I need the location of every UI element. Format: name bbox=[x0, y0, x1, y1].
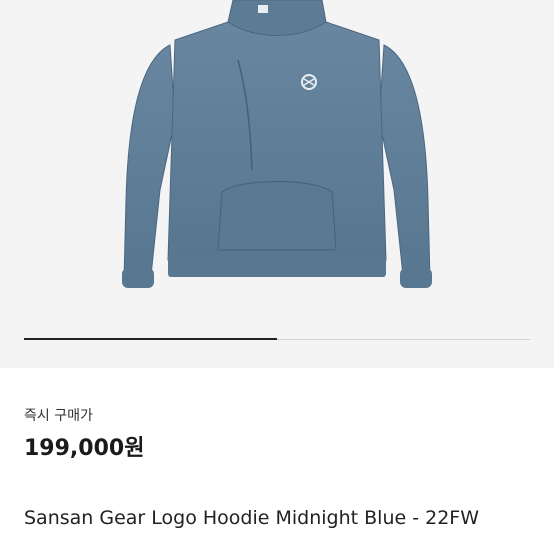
image-carousel-indicator bbox=[24, 338, 530, 340]
buy-now-label: 즉시 구매가 bbox=[24, 408, 93, 424]
price-section: 즉시 구매가 199,000원 bbox=[24, 406, 534, 464]
price: 199,000원 bbox=[24, 436, 145, 461]
product-title: Sansan Gear Logo Hoodie Midnight Blue - … bbox=[24, 507, 479, 529]
hoodie-photo bbox=[122, 0, 432, 288]
carousel-progress bbox=[24, 338, 277, 340]
product-image[interactable] bbox=[0, 0, 554, 368]
